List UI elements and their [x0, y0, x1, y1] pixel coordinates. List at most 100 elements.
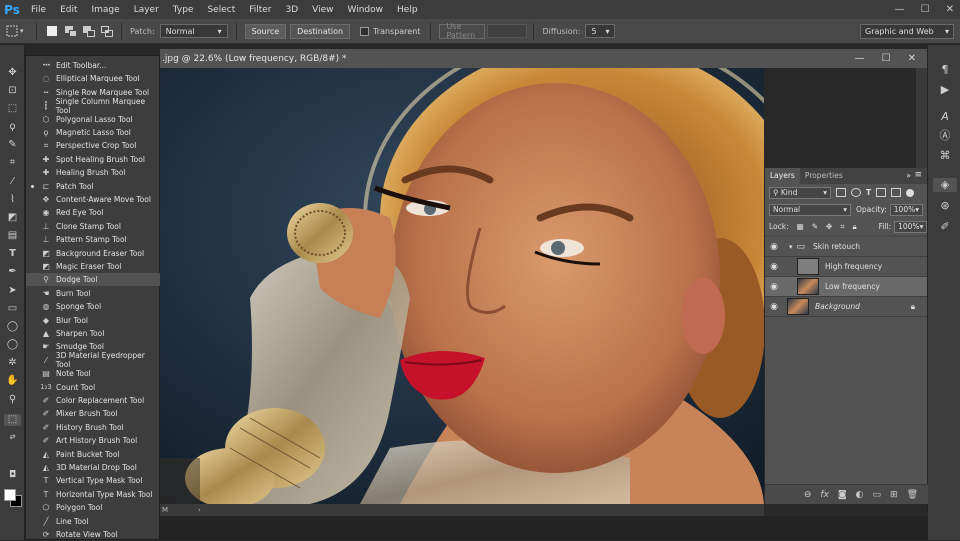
chevron-right-icon[interactable]: ›	[198, 506, 201, 514]
menu-help[interactable]: Help	[390, 5, 425, 15]
add-mask-icon[interactable]: ◙	[838, 490, 847, 500]
character-icon[interactable]: A	[938, 110, 952, 124]
layer-high-frequency[interactable]: ◉ High frequency	[765, 257, 927, 277]
type-tool-icon[interactable]: T	[6, 248, 19, 260]
new-group-icon[interactable]: ▭	[873, 490, 882, 500]
flyout-item[interactable]: ✐ Color Replacement Tool	[26, 394, 160, 407]
filter-kind-select[interactable]: ⚲ Kind ▾	[769, 186, 831, 199]
flyout-item[interactable]: ✚ Healing Brush Tool	[26, 166, 160, 179]
collapse-panel-icon[interactable]: »	[906, 171, 911, 180]
menu-file[interactable]: File	[24, 5, 53, 15]
workspace-switcher[interactable]: Graphic and Web ▾	[860, 24, 954, 39]
destination-button[interactable]: Destination	[290, 23, 351, 39]
image-canvas[interactable]	[160, 68, 764, 504]
flyout-item[interactable]: ◩ Background Eraser Tool	[26, 247, 160, 260]
gradient-tool-icon[interactable]: ▤	[6, 230, 19, 242]
maximize-button[interactable]: ☐	[921, 4, 930, 15]
pen-tool-icon[interactable]: ✒	[6, 266, 19, 278]
hand-tool-icon[interactable]: ✋	[6, 375, 19, 387]
color-swatches[interactable]	[4, 489, 22, 507]
rectangular-marquee-icon[interactable]: ⬚	[6, 103, 19, 115]
shape-filter-icon[interactable]	[876, 188, 887, 197]
flyout-item[interactable]: ✐ Art History Brush Tool	[26, 434, 160, 447]
menu-layer[interactable]: Layer	[127, 5, 166, 15]
layers-icon[interactable]: ◈	[933, 178, 957, 192]
eraser-tool-icon[interactable]: ◩	[6, 212, 19, 224]
lock-position-icon[interactable]: ✥	[826, 222, 832, 231]
minimize-button[interactable]: —	[895, 4, 905, 15]
close-button[interactable]: ✕	[946, 4, 954, 15]
path-selection-icon[interactable]: ➤	[6, 285, 19, 297]
menu-view[interactable]: View	[305, 5, 340, 15]
lock-artboard-icon[interactable]: ⌗	[840, 222, 844, 232]
quick-selection-icon[interactable]: ✎	[6, 139, 19, 151]
move-tool-icon[interactable]: ✥	[6, 67, 19, 79]
selection-new-icon[interactable]	[47, 26, 57, 36]
flyout-item[interactable]: ⟳ Rotate View Tool	[26, 528, 160, 541]
use-pattern-button[interactable]: Use Pattern	[439, 22, 486, 40]
paths-icon[interactable]: ⌘	[938, 149, 952, 163]
menu-select[interactable]: Select	[200, 5, 242, 15]
flyout-item[interactable]: ◌ Elliptical Marquee Tool	[26, 72, 160, 85]
flyout-item[interactable]: ▲ Sharpen Tool	[26, 327, 160, 340]
menu-edit[interactable]: Edit	[53, 5, 84, 15]
lasso-tool-icon[interactable]: ϙ	[6, 121, 19, 133]
fill-field[interactable]: 100% ▾	[894, 220, 928, 233]
flyout-item[interactable]: ✐ Mixer Brush Tool	[26, 407, 160, 420]
smart-object-filter-icon[interactable]	[891, 188, 902, 197]
menu-type[interactable]: Type	[166, 5, 201, 15]
eye-icon[interactable]: ◉	[765, 302, 783, 312]
swap-colors-icon[interactable]: ⇄	[6, 431, 19, 443]
flyout-item[interactable]: ☚ Burn Tool	[26, 287, 160, 300]
flyout-item[interactable]: ┇ Single Column Marquee Tool	[26, 97, 160, 115]
lock-transparent-icon[interactable]: ▦	[797, 222, 804, 231]
flyout-item[interactable]: ╱ Line Tool	[26, 515, 160, 528]
crop-tool-icon[interactable]: ⌗	[6, 157, 19, 169]
quick-mask-icon[interactable]: ◘	[6, 469, 19, 481]
flyout-item[interactable]: ⚲ Dodge Tool	[26, 273, 160, 287]
blend-mode-select[interactable]: Normal ▾	[769, 203, 851, 216]
character-styles-icon[interactable]: Ⓐ	[938, 129, 952, 143]
selection-intersect-icon[interactable]	[101, 25, 113, 37]
flyout-item[interactable]: ◩ Magic Eraser Tool	[26, 260, 160, 273]
trash-icon[interactable]: 🗑︎	[907, 490, 918, 500]
custom-shape-icon[interactable]: ✲	[6, 357, 19, 369]
flyout-item[interactable]: T Vertical Type Mask Tool	[26, 474, 160, 487]
document-tab[interactable]: .jpg @ 22.6% (Low frequency, RGB/8#) * —…	[160, 49, 928, 68]
menu-image[interactable]: Image	[85, 5, 127, 15]
flyout-item[interactable]: ◆ Blur Tool	[26, 314, 160, 327]
flyout-item[interactable]: ⊥ Clone Stamp Tool	[26, 220, 160, 233]
transparent-checkbox[interactable]	[360, 26, 370, 36]
link-layers-icon[interactable]: ⊖	[804, 490, 812, 500]
adjustments-icon[interactable]: ✐	[938, 220, 952, 234]
artboard-tool-icon[interactable]: ⊡	[6, 85, 19, 97]
patch-mode-select[interactable]: Normal ▾	[159, 24, 228, 38]
eye-icon[interactable]: ◉	[765, 282, 783, 292]
doc-close-button[interactable]: ✕	[908, 53, 916, 64]
selection-add-icon[interactable]	[65, 25, 77, 37]
flyout-item[interactable]: ▤ Note Tool	[26, 367, 160, 380]
eye-icon[interactable]: ◉	[765, 262, 783, 272]
flyout-item[interactable]: ⁄ 3D Material Eyedropper Tool	[26, 351, 160, 369]
doc-minimize-button[interactable]: —	[855, 53, 865, 64]
flyout-item[interactable]: ⬠ Polygon Tool	[26, 501, 160, 514]
flyout-item[interactable]: ⌗ Perspective Crop Tool	[26, 139, 160, 152]
layer-background[interactable]: ◉ Background 🔒︎	[765, 297, 927, 317]
menu-3d[interactable]: 3D	[279, 5, 306, 15]
flyout-item[interactable]: 1₂3 Count Tool	[26, 381, 160, 394]
flyout-item[interactable]: ⊏ Patch Tool	[26, 180, 160, 193]
menu-filter[interactable]: Filter	[242, 5, 278, 15]
zoom-tool-icon[interactable]: ⚲	[6, 394, 19, 406]
flyout-item[interactable]: ◉ Red Eye Tool	[26, 206, 160, 219]
tab-properties[interactable]: Properties	[800, 168, 848, 184]
flyout-item[interactable]: T Horizontal Type Mask Tool	[26, 488, 160, 501]
tool-preset-picker[interactable]: ▾	[6, 23, 28, 39]
opacity-field[interactable]: 100% ▾	[889, 203, 923, 216]
flyout-item[interactable]: ✥ Content-Aware Move Tool	[26, 193, 160, 206]
flyout-item[interactable]: ◭ 3D Material Drop Tool	[26, 461, 160, 474]
foreground-color[interactable]	[4, 489, 16, 501]
type-filter-icon[interactable]: T	[866, 188, 871, 197]
adjustment-layer-icon[interactable]: ◐	[856, 490, 864, 500]
panel-menu-icon[interactable]: ≡	[914, 170, 922, 180]
tab-layers[interactable]: Layers	[765, 168, 800, 184]
